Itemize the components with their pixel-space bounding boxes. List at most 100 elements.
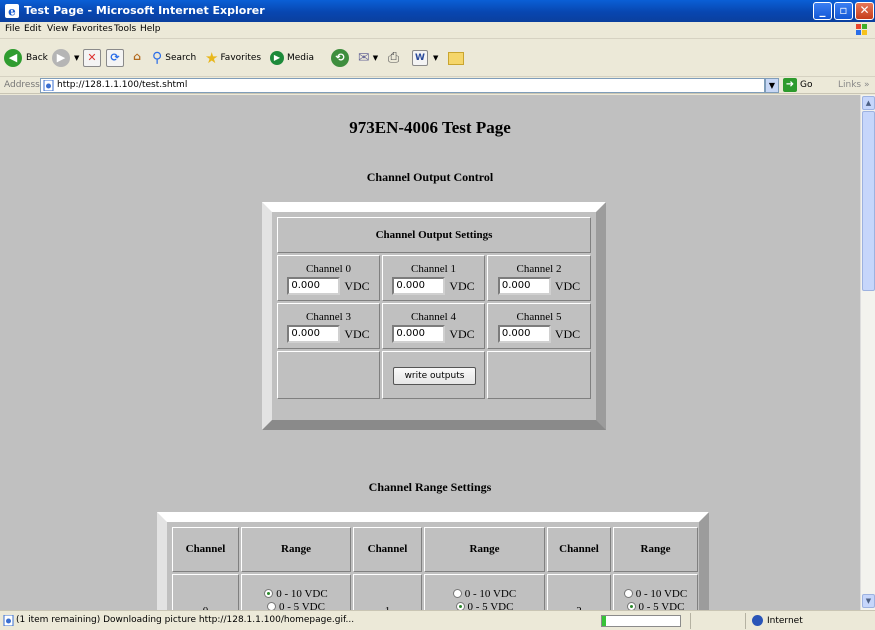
scroll-up-arrow-icon[interactable]: ▲ [862, 96, 875, 110]
range-option[interactable]: 0 - 10 VDC [425, 587, 544, 600]
channel-label: Channel 4 [411, 311, 456, 323]
links-label: Links [838, 80, 862, 90]
page-title: 973EN-4006 Test Page [349, 118, 511, 137]
status-text: (1 item remaining) Downloading picture h… [16, 615, 355, 625]
range-header-range: Range [613, 527, 698, 572]
channel-3-input[interactable]: 0.000 [287, 325, 341, 343]
channel-cell: Channel 3 0.000 VDC [277, 303, 380, 349]
media-button[interactable]: ▶ Media [270, 47, 314, 69]
globe-icon [752, 615, 763, 626]
forward-arrow-icon: ▶ [52, 49, 70, 67]
menu-bar: File Edit View Favorites Tools Help [0, 22, 875, 39]
scroll-thumb[interactable] [862, 111, 875, 291]
folder-icon [448, 51, 464, 65]
range-option[interactable]: 0 - 5 VDC [614, 600, 697, 610]
search-icon: ⚲ [152, 50, 163, 66]
range-header-channel: Channel [172, 527, 239, 572]
dropdown-arrow-icon: ▼ [372, 54, 379, 62]
history-icon: ⟲ [331, 49, 349, 67]
address-label: Address [4, 80, 40, 90]
back-label: Back [26, 53, 48, 63]
menu-edit[interactable]: Edit [24, 24, 41, 34]
address-url: http://128.1.1.100/test.shtml [57, 80, 188, 90]
window-title: Test Page - Microsoft Internet Explorer [24, 4, 265, 17]
page-viewport: 973EN-4006 Test Page Channel Output Cont… [0, 95, 860, 610]
print-button[interactable]: ⎙ [388, 47, 399, 69]
radio-selected-icon[interactable] [626, 602, 636, 610]
radio-unselected-icon[interactable] [623, 589, 633, 598]
links-button[interactable]: Links » [838, 80, 870, 90]
maximize-button[interactable]: ▫ [834, 2, 853, 20]
go-button[interactable]: ➜ Go [783, 78, 812, 92]
history-button[interactable]: ⟲ [331, 47, 349, 69]
svg-text:e: e [8, 5, 16, 19]
back-button[interactable]: ◀ Back ▼ [4, 47, 58, 69]
range-option[interactable]: 0 - 5 VDC [242, 600, 350, 610]
range-header-channel: Channel [547, 527, 611, 572]
favorites-button[interactable]: ★ Favorites [205, 47, 261, 69]
edit-button[interactable]: W ▼ [412, 47, 438, 69]
range-options-cell: 0 - 10 VDC 0 - 5 VDC [613, 574, 698, 610]
star-icon: ★ [205, 49, 219, 67]
search-button[interactable]: ⚲ Search [152, 47, 196, 69]
range-channel-cell: 2 [547, 574, 611, 610]
channel-label: Channel 5 [516, 311, 562, 323]
status-bar: (1 item remaining) Downloading picture h… [0, 610, 875, 630]
range-option[interactable]: 0 - 5 VDC [425, 600, 544, 610]
forward-button[interactable]: ▶ ▼ [52, 47, 79, 69]
range-channel-cell: 0 [172, 574, 239, 610]
radio-unselected-icon[interactable] [267, 602, 277, 610]
menu-help[interactable]: Help [140, 24, 161, 34]
chevron-down-icon: ▼ [768, 81, 776, 90]
go-arrow-icon: ➜ [783, 78, 797, 92]
range-option[interactable]: 0 - 10 VDC [242, 587, 350, 600]
range-option[interactable]: 0 - 10 VDC [614, 587, 697, 600]
channel-cell: Channel 5 0.000 VDC [487, 303, 591, 349]
channel-label: Channel 1 [411, 263, 456, 275]
write-outputs-button[interactable]: write outputs [393, 367, 476, 385]
channel-0-input[interactable]: 0.000 [287, 277, 341, 295]
range-option-label: 0 - 5 VDC [279, 600, 325, 611]
menu-file[interactable]: File [5, 24, 20, 34]
menu-view[interactable]: View [47, 24, 68, 34]
channel-5-input[interactable]: 0.000 [497, 325, 551, 343]
channel-1-input[interactable]: 0.000 [392, 277, 446, 295]
range-option-label: 0 - 10 VDC [276, 587, 328, 600]
media-label: Media [287, 53, 315, 63]
range-settings-panel: Channel Range Channel Range Channel Rang… [157, 512, 709, 610]
range-channel-cell: 1 [353, 574, 422, 610]
address-dropdown-button[interactable]: ▼ [765, 78, 779, 93]
radio-unselected-icon[interactable] [452, 589, 462, 598]
zone-label: Internet [767, 615, 803, 626]
page-loading-icon [3, 615, 14, 626]
output-settings-panel: Channel Output Settings Channel 0 0.000 V… [262, 202, 606, 430]
refresh-button[interactable]: ⟳ [106, 47, 124, 69]
divider [690, 613, 691, 629]
vertical-scrollbar[interactable]: ▲ ▼ [860, 95, 875, 610]
minimize-button[interactable]: _ [813, 2, 832, 20]
print-icon: ⎙ [388, 50, 400, 66]
range-section-title: Channel Range Settings [368, 480, 492, 494]
title-bar: e Test Page - Microsoft Internet Explore… [0, 0, 875, 22]
stop-button[interactable]: ✕ [83, 47, 101, 69]
close-button[interactable]: ✕ [855, 2, 874, 20]
channel-cell: Channel 1 0.000 VDC [382, 255, 485, 301]
address-input[interactable]: http://128.1.1.100/test.shtml [40, 78, 765, 93]
radio-selected-icon[interactable] [455, 602, 465, 610]
channel-2-input[interactable]: 0.000 [497, 277, 551, 295]
menu-tools[interactable]: Tools [114, 24, 136, 34]
menu-favorites[interactable]: Favorites [72, 24, 113, 34]
refresh-icon: ⟳ [106, 49, 124, 67]
messenger-button[interactable] [448, 47, 464, 69]
word-icon: W [412, 50, 428, 66]
empty-cell [277, 351, 380, 399]
channel-4-input[interactable]: 0.000 [392, 325, 446, 343]
home-button[interactable]: ⌂ [128, 47, 146, 69]
radio-selected-icon[interactable] [264, 589, 274, 598]
range-header-range: Range [424, 527, 545, 572]
mail-button[interactable]: ✉ ▼ [358, 47, 378, 69]
scroll-down-arrow-icon[interactable]: ▼ [862, 594, 875, 608]
go-label: Go [800, 80, 813, 90]
download-progress-bar [601, 615, 681, 627]
output-section-title: Channel Output Control [366, 170, 494, 184]
